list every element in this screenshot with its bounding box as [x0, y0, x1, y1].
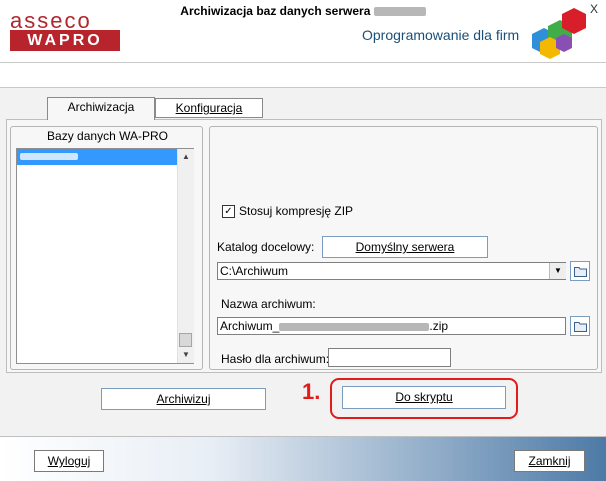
folder-icon [574, 322, 587, 332]
wapro-logo: WAPRO [10, 30, 120, 51]
scroll-thumb[interactable] [179, 333, 192, 347]
list-item[interactable] [17, 149, 178, 165]
archive-name-label: Nazwa archiwum: [221, 297, 316, 311]
archive-button-label: Archiwizuj [156, 392, 211, 406]
close-button[interactable]: Zamknij [514, 450, 585, 472]
redacted-database-name [20, 153, 78, 160]
chevron-down-icon[interactable]: ▼ [549, 263, 566, 279]
close-button-label: Zamknij [528, 454, 571, 468]
archive-name-input[interactable]: Archiwum_ .zip [217, 317, 566, 335]
header-tagline: Oprogramowanie dla firm [362, 27, 520, 43]
dialog-title-text: Archiwizacja baz danych serwera [180, 4, 371, 18]
databases-listbox[interactable] [16, 148, 194, 364]
archive-name-suffix: .zip [429, 319, 449, 333]
target-dir-value: C:\Archiwum [220, 264, 289, 278]
browse-archive-button[interactable] [570, 316, 590, 336]
dialog-title: Archiwizacja baz danych serwera [0, 4, 606, 18]
annotation-highlight [330, 378, 518, 419]
scroll-up-icon[interactable]: ▲ [178, 150, 194, 164]
logout-button-label: Wyloguj [47, 454, 91, 468]
folder-icon [574, 267, 587, 277]
scroll-down-icon[interactable]: ▼ [178, 348, 194, 362]
zip-compression-checkbox[interactable]: ✓ [222, 205, 235, 218]
tab-archiwizacja[interactable]: Archiwizacja [47, 97, 155, 120]
tab-archiwizacja-label: Archiwizacja [67, 100, 135, 114]
tab-konfiguracja[interactable]: Konfiguracja [155, 98, 263, 118]
target-dir-combobox[interactable]: C:\Archiwum [217, 262, 566, 280]
archive-name-prefix: Archiwum_ [220, 319, 280, 333]
archive-button[interactable]: Archiwizuj [101, 388, 266, 410]
tab-konfiguracja-label: Konfiguracja [175, 101, 243, 115]
default-server-button-label: Domyślny serwera [355, 240, 455, 254]
password-input[interactable] [328, 348, 451, 367]
databases-group-title: Bazy danych WA-PRO [45, 129, 170, 143]
zip-compression-label: Stosuj kompresję ZIP [239, 204, 354, 218]
target-dir-label: Katalog docelowy: [217, 240, 315, 254]
default-server-button[interactable]: Domyślny serwera [322, 236, 488, 258]
logout-button[interactable]: Wyloguj [34, 450, 104, 472]
step-marker: 1. [302, 379, 321, 404]
redacted-server-name [373, 7, 426, 17]
password-label: Hasło dla archiwum: [221, 352, 330, 366]
redacted-archive-name [279, 322, 430, 331]
title-band [0, 63, 606, 88]
databases-scrollbar[interactable]: ▲ ▼ [177, 149, 194, 363]
browse-folder-button[interactable] [570, 261, 590, 281]
